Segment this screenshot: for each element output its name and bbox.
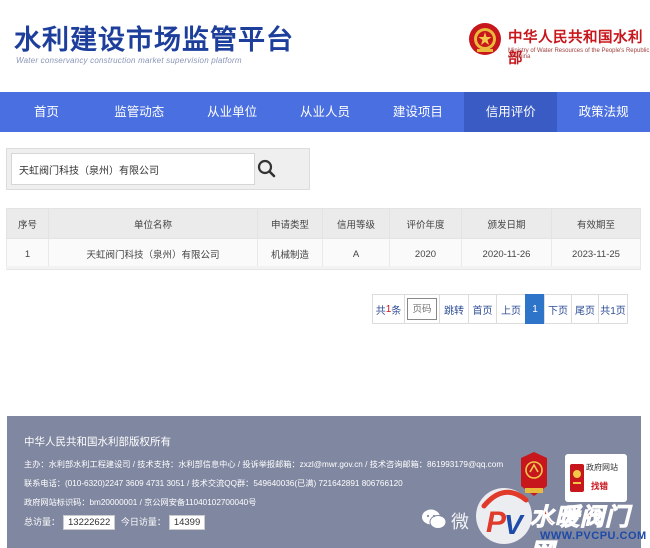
national-emblem-icon <box>469 23 501 55</box>
prev-page-button[interactable]: 上页 <box>496 294 526 324</box>
site-subtitle: Water conservancy construction market su… <box>16 56 242 65</box>
visits-total-value: 13222622 <box>63 515 116 530</box>
footer-sponsor-line: 主办：水利部水利工程建设司 / 技术支持：水利部信息中心 / 投诉举报邮箱：zx… <box>24 460 504 469</box>
cell-issue-date: 2020-11-26 <box>461 238 552 270</box>
footer-license-line: 政府网站标识码：bm20000001 / 京公网安备11040102700040… <box>24 498 257 507</box>
watermark-wechat-text: 微 <box>451 512 469 532</box>
cell-company[interactable]: 天虹阀门科技（泉州）有限公司 <box>48 238 258 270</box>
cell-type: 机械制造 <box>257 238 323 270</box>
nav-item-home[interactable]: 首页 <box>0 92 93 132</box>
gov-badge-subtitle: 找错 <box>591 481 609 491</box>
col-header-credit-level: 信用等级 <box>322 208 390 239</box>
site-title[interactable]: 水利建设市场监管平台 <box>14 18 294 57</box>
search-input[interactable] <box>11 153 255 185</box>
visits-today-label: 今日访量： <box>120 517 166 527</box>
visits-total-label: 总访量： <box>24 517 61 527</box>
nav-item-enterprises[interactable]: 从业单位 <box>186 92 279 132</box>
credit-results-table: 序号 单位名称 申请类型 信用等级 评价年度 颁发日期 有效期至 1 天虹阀门科… <box>6 208 641 270</box>
footer-visit-counter: 总访量： 13222622 今日访量： 14399 <box>24 515 208 530</box>
gov-badge-title: 政府网站 <box>586 463 618 472</box>
cell-year: 2020 <box>389 238 462 270</box>
cell-valid-until: 2023-11-25 <box>551 238 641 270</box>
pagination: 共1条 跳转 首页 上页 1 下页 尾页 共1页 <box>372 294 628 324</box>
jump-button[interactable]: 跳转 <box>439 294 469 324</box>
nav-item-policies[interactable]: 政策法规 <box>557 92 650 132</box>
page-number-input[interactable] <box>407 298 437 320</box>
pagination-total-prefix: 共 <box>375 305 386 317</box>
wechat-icon <box>422 509 447 529</box>
table-bottom-border <box>6 266 640 270</box>
pagination-total-pages: 共1页 <box>598 294 628 324</box>
cell-index: 1 <box>6 238 49 270</box>
site-header: 水利建设市场监管平台 Water conservancy constructio… <box>0 0 650 92</box>
pv-brand-logo-icon: P V <box>476 488 532 544</box>
nav-item-personnel[interactable]: 从业人员 <box>279 92 372 132</box>
svg-text:V: V <box>504 509 525 540</box>
nav-item-projects[interactable]: 建设项目 <box>371 92 464 132</box>
cell-credit-level: A <box>322 238 390 270</box>
search-icon[interactable] <box>255 155 279 183</box>
col-header-type: 申请类型 <box>257 208 323 239</box>
visits-today-value: 14399 <box>168 515 206 530</box>
gov-badge-emblem-icon <box>570 464 584 492</box>
pagination-total-suffix: 条 <box>391 305 402 317</box>
col-header-year: 评价年度 <box>389 208 462 239</box>
nav-item-supervision-news[interactable]: 监管动态 <box>93 92 186 132</box>
watermark-brand-url: WWW.PVCPU.COM <box>540 530 647 542</box>
ministry-name[interactable]: 中华人民共和国水利部 <box>508 26 650 68</box>
next-page-button[interactable]: 下页 <box>544 294 572 324</box>
pagination-total-records: 共1条 <box>372 294 405 324</box>
first-page-button[interactable]: 首页 <box>468 294 497 324</box>
current-page-button[interactable]: 1 <box>525 294 545 324</box>
table-header-row: 序号 单位名称 申请类型 信用等级 评价年度 颁发日期 有效期至 <box>6 208 641 239</box>
search-box <box>6 148 310 190</box>
table-row[interactable]: 1 天虹阀门科技（泉州）有限公司 机械制造 A 2020 2020-11-26 … <box>6 238 641 270</box>
ministry-name-en: Ministry of Water Resources of the Peopl… <box>508 48 650 60</box>
col-header-issue-date: 颁发日期 <box>461 208 552 239</box>
last-page-button[interactable]: 尾页 <box>571 294 599 324</box>
col-header-valid-until: 有效期至 <box>551 208 641 239</box>
nav-item-credit-evaluation[interactable]: 信用评价 <box>464 92 558 132</box>
footer-contact-line: 联系电话：(010-6320)2247 3609 4731 3051 / 技术交… <box>24 479 403 488</box>
gov-website-error-badge[interactable]: 政府网站 找错 <box>565 454 627 502</box>
footer-copyright: 中华人民共和国水利部版权所有 <box>24 436 171 448</box>
main-nav: 首页 监管动态 从业单位 从业人员 建设项目 信用评价 政策法规 <box>0 92 650 132</box>
col-header-company: 单位名称 <box>48 208 258 239</box>
col-header-index: 序号 <box>6 208 49 239</box>
pagination-page-input-wrap <box>404 294 440 324</box>
